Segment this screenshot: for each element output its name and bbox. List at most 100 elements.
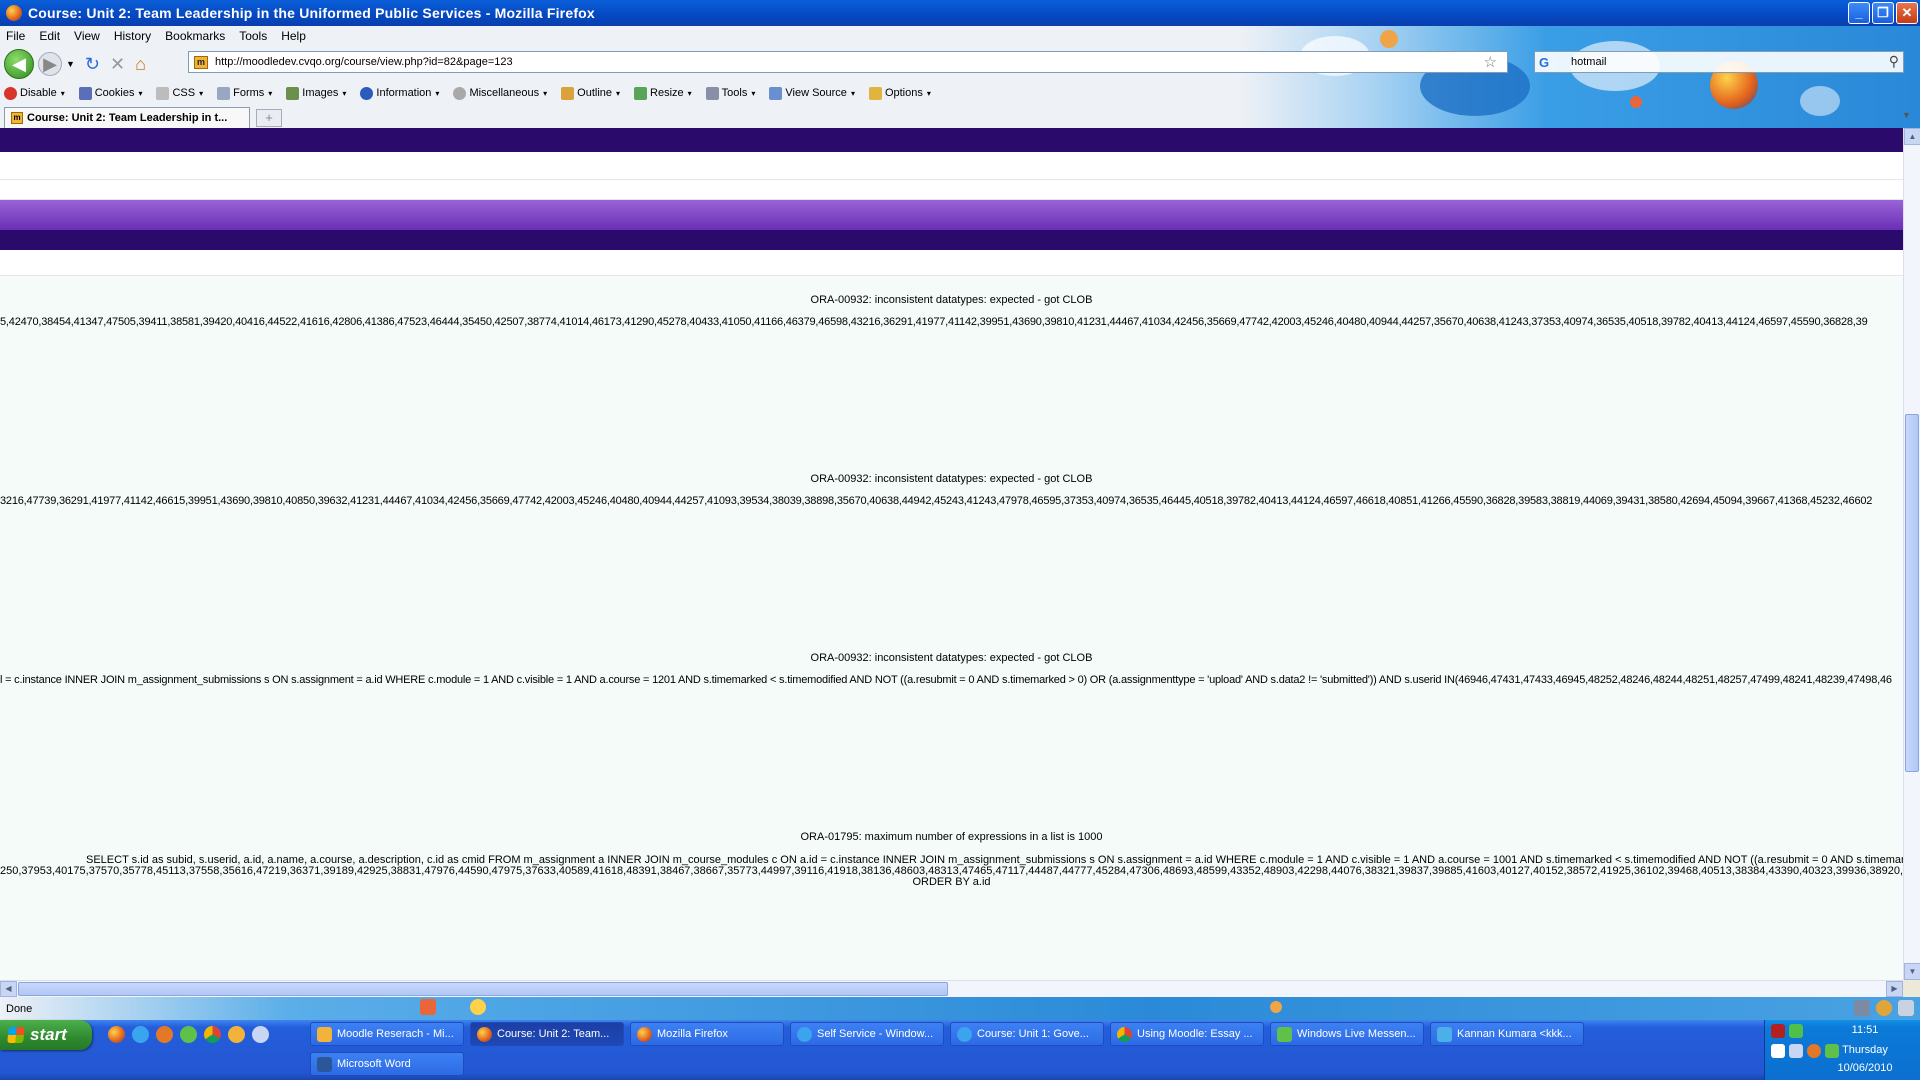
dev-forms[interactable]: Forms <box>217 86 272 100</box>
arrow-left-icon: ◀ <box>12 53 26 74</box>
menu-history[interactable]: History <box>114 29 151 43</box>
dev-tools[interactable]: Tools <box>705 86 756 100</box>
css-icon <box>156 86 170 100</box>
messenger-task-icon <box>1277 1027 1292 1042</box>
decor-dot <box>1270 1001 1282 1013</box>
task-microsoft-word[interactable]: Microsoft Word <box>310 1052 464 1076</box>
debug-id-list-1: 5,42470,38454,41347,47505,39411,38581,39… <box>0 316 1868 328</box>
ie-task-icon <box>797 1027 812 1042</box>
minimize-button[interactable]: _ <box>1848 2 1870 24</box>
error-message-4: ORA-01795: maximum number of expressions… <box>800 831 1103 843</box>
debug-id-list-2: 3216,47739,36291,41977,41142,46615,39951… <box>0 495 1873 507</box>
sql-line: 250,37953,40175,37570,35778,45113,37558,… <box>0 866 1903 877</box>
chrome-quicklaunch-icon[interactable] <box>204 1026 221 1043</box>
maximize-button[interactable]: ❐ <box>1872 2 1894 24</box>
close-button[interactable]: ✕ <box>1896 2 1918 24</box>
dev-view-source[interactable]: View Source <box>769 86 855 100</box>
reload-icon[interactable]: ↻ <box>85 54 100 75</box>
task-using-moodle[interactable]: Using Moodle: Essay ... <box>1110 1022 1264 1046</box>
bbc-tray-icon[interactable] <box>1771 1024 1785 1038</box>
header-band-white <box>0 152 1903 180</box>
url-text: http://moodledev.cvqo.org/course/view.ph… <box>215 56 513 68</box>
help-tray-icon[interactable] <box>1771 1044 1785 1058</box>
task-course-unit-2[interactable]: Course: Unit 2: Team... <box>470 1022 624 1046</box>
url-bar[interactable]: m http://moodledev.cvqo.org/course/view.… <box>188 51 1508 73</box>
home-icon[interactable]: ⌂ <box>135 54 146 75</box>
scroll-up-icon[interactable]: ▲ <box>1904 128 1920 145</box>
window-titlebar[interactable]: Course: Unit 2: Team Leadership in the U… <box>0 0 1920 26</box>
dev-disable[interactable]: Disable <box>4 86 65 100</box>
task-kannan-kumara[interactable]: Kannan Kumara <kkk... <box>1430 1022 1584 1046</box>
ie-quicklaunch-icon[interactable] <box>132 1026 149 1043</box>
dev-resize[interactable]: Resize <box>634 86 692 100</box>
network-tray-icon[interactable] <box>1789 1024 1803 1038</box>
new-tab-button[interactable]: + <box>256 109 282 127</box>
scroll-down-icon[interactable]: ▼ <box>1904 963 1920 980</box>
dev-outline[interactable]: Outline <box>561 86 620 100</box>
browser-chrome: File Edit View History Bookmarks Tools H… <box>0 26 1920 128</box>
back-button[interactable]: ◀ <box>4 49 34 79</box>
dev-settings-icon[interactable] <box>1854 1000 1870 1016</box>
miscellaneous-icon <box>453 86 467 100</box>
clock-time[interactable]: 11:51 <box>1820 1024 1910 1036</box>
forward-button[interactable]: ▶ <box>38 52 62 76</box>
vertical-scroll-thumb[interactable] <box>1905 414 1919 772</box>
dev-miscellaneous[interactable]: Miscellaneous <box>453 86 547 100</box>
firefox-quicklaunch-icon[interactable] <box>108 1026 125 1043</box>
menu-edit[interactable]: Edit <box>39 29 60 43</box>
task-mozilla-firefox[interactable]: Mozilla Firefox <box>630 1022 784 1046</box>
menu-help[interactable]: Help <box>281 29 306 43</box>
moodle-quicklaunch-icon[interactable] <box>228 1026 245 1043</box>
firefox-icon <box>6 5 22 21</box>
task-course-unit-1[interactable]: Course: Unit 1: Gove... <box>950 1022 1104 1046</box>
scroll-left-icon[interactable]: ◀ <box>0 981 17 997</box>
firefox-alt-quicklaunch-icon[interactable] <box>156 1026 173 1043</box>
arrow-right-icon: ▶ <box>43 53 57 74</box>
error-message-3: ORA-00932: inconsistent datatypes: expec… <box>810 652 1093 664</box>
task-self-service[interactable]: Self Service - Window... <box>790 1022 944 1046</box>
search-input[interactable]: hotmail <box>1571 56 1606 68</box>
header-band-white-2 <box>0 180 1903 200</box>
addon-smiley-icon[interactable] <box>1876 1000 1892 1016</box>
history-dropdown-icon[interactable]: ▼ <box>66 59 75 69</box>
stop-icon[interactable]: ✕ <box>110 54 125 75</box>
sql-line: ORDER BY a.id <box>912 877 991 888</box>
menu-bookmarks[interactable]: Bookmarks <box>165 29 225 43</box>
scroll-right-icon[interactable]: ▶ <box>1886 981 1903 997</box>
tab-course-unit-2[interactable]: m Course: Unit 2: Team Leadership in t..… <box>4 107 250 128</box>
menu-bar: File Edit View History Bookmarks Tools H… <box>0 26 306 46</box>
firefox-task-icon <box>477 1027 492 1042</box>
dev-options[interactable]: Options <box>868 86 931 100</box>
dev-cookies[interactable]: Cookies <box>78 86 143 100</box>
word-task-icon <box>317 1057 332 1072</box>
header-band-top <box>0 128 1903 152</box>
bookmark-star-icon[interactable]: ☆ <box>1484 53 1497 71</box>
navigation-toolbar: ◀ ▶ ▼ ↻ ✕ ⌂ m http://moodledev.cvqo.org/… <box>0 48 1920 80</box>
messenger-quicklaunch-icon[interactable] <box>180 1026 197 1043</box>
task-windows-live-messenger[interactable]: Windows Live Messen... <box>1270 1022 1424 1046</box>
chrome-task-icon <box>1117 1027 1132 1042</box>
vertical-scrollbar[interactable]: ▲ ▼ <box>1903 128 1920 980</box>
start-label: start <box>30 1025 67 1044</box>
dev-information[interactable]: Information <box>360 86 439 100</box>
horizontal-scroll-thumb[interactable] <box>18 982 948 996</box>
misc-quicklaunch-icon[interactable] <box>252 1026 269 1043</box>
menu-file[interactable]: File <box>6 29 25 43</box>
resize-grip-icon[interactable] <box>1898 1000 1914 1016</box>
quick-launch <box>108 1026 269 1043</box>
firefox-tray-icon[interactable] <box>1807 1044 1821 1058</box>
task-moodle-research[interactable]: Moodle Reserach - Mi... <box>310 1022 464 1046</box>
messenger-chat-task-icon <box>1437 1027 1452 1042</box>
dev-images[interactable]: Images <box>286 86 346 100</box>
tab-list-dropdown-icon[interactable]: ▼ <box>1902 110 1916 124</box>
decor-blob <box>1380 30 1398 48</box>
menu-tools[interactable]: Tools <box>239 29 267 43</box>
volume-tray-icon[interactable] <box>1789 1044 1803 1058</box>
search-icon[interactable]: ⚲ <box>1889 53 1899 70</box>
search-bar[interactable]: G hotmail ⚲ <box>1534 51 1904 73</box>
dev-css[interactable]: CSS <box>156 86 203 100</box>
horizontal-scrollbar[interactable]: ◀ ▶ <box>0 980 1903 997</box>
google-icon[interactable]: G <box>1539 55 1554 70</box>
menu-view[interactable]: View <box>74 29 100 43</box>
start-button[interactable]: start <box>0 1020 92 1050</box>
